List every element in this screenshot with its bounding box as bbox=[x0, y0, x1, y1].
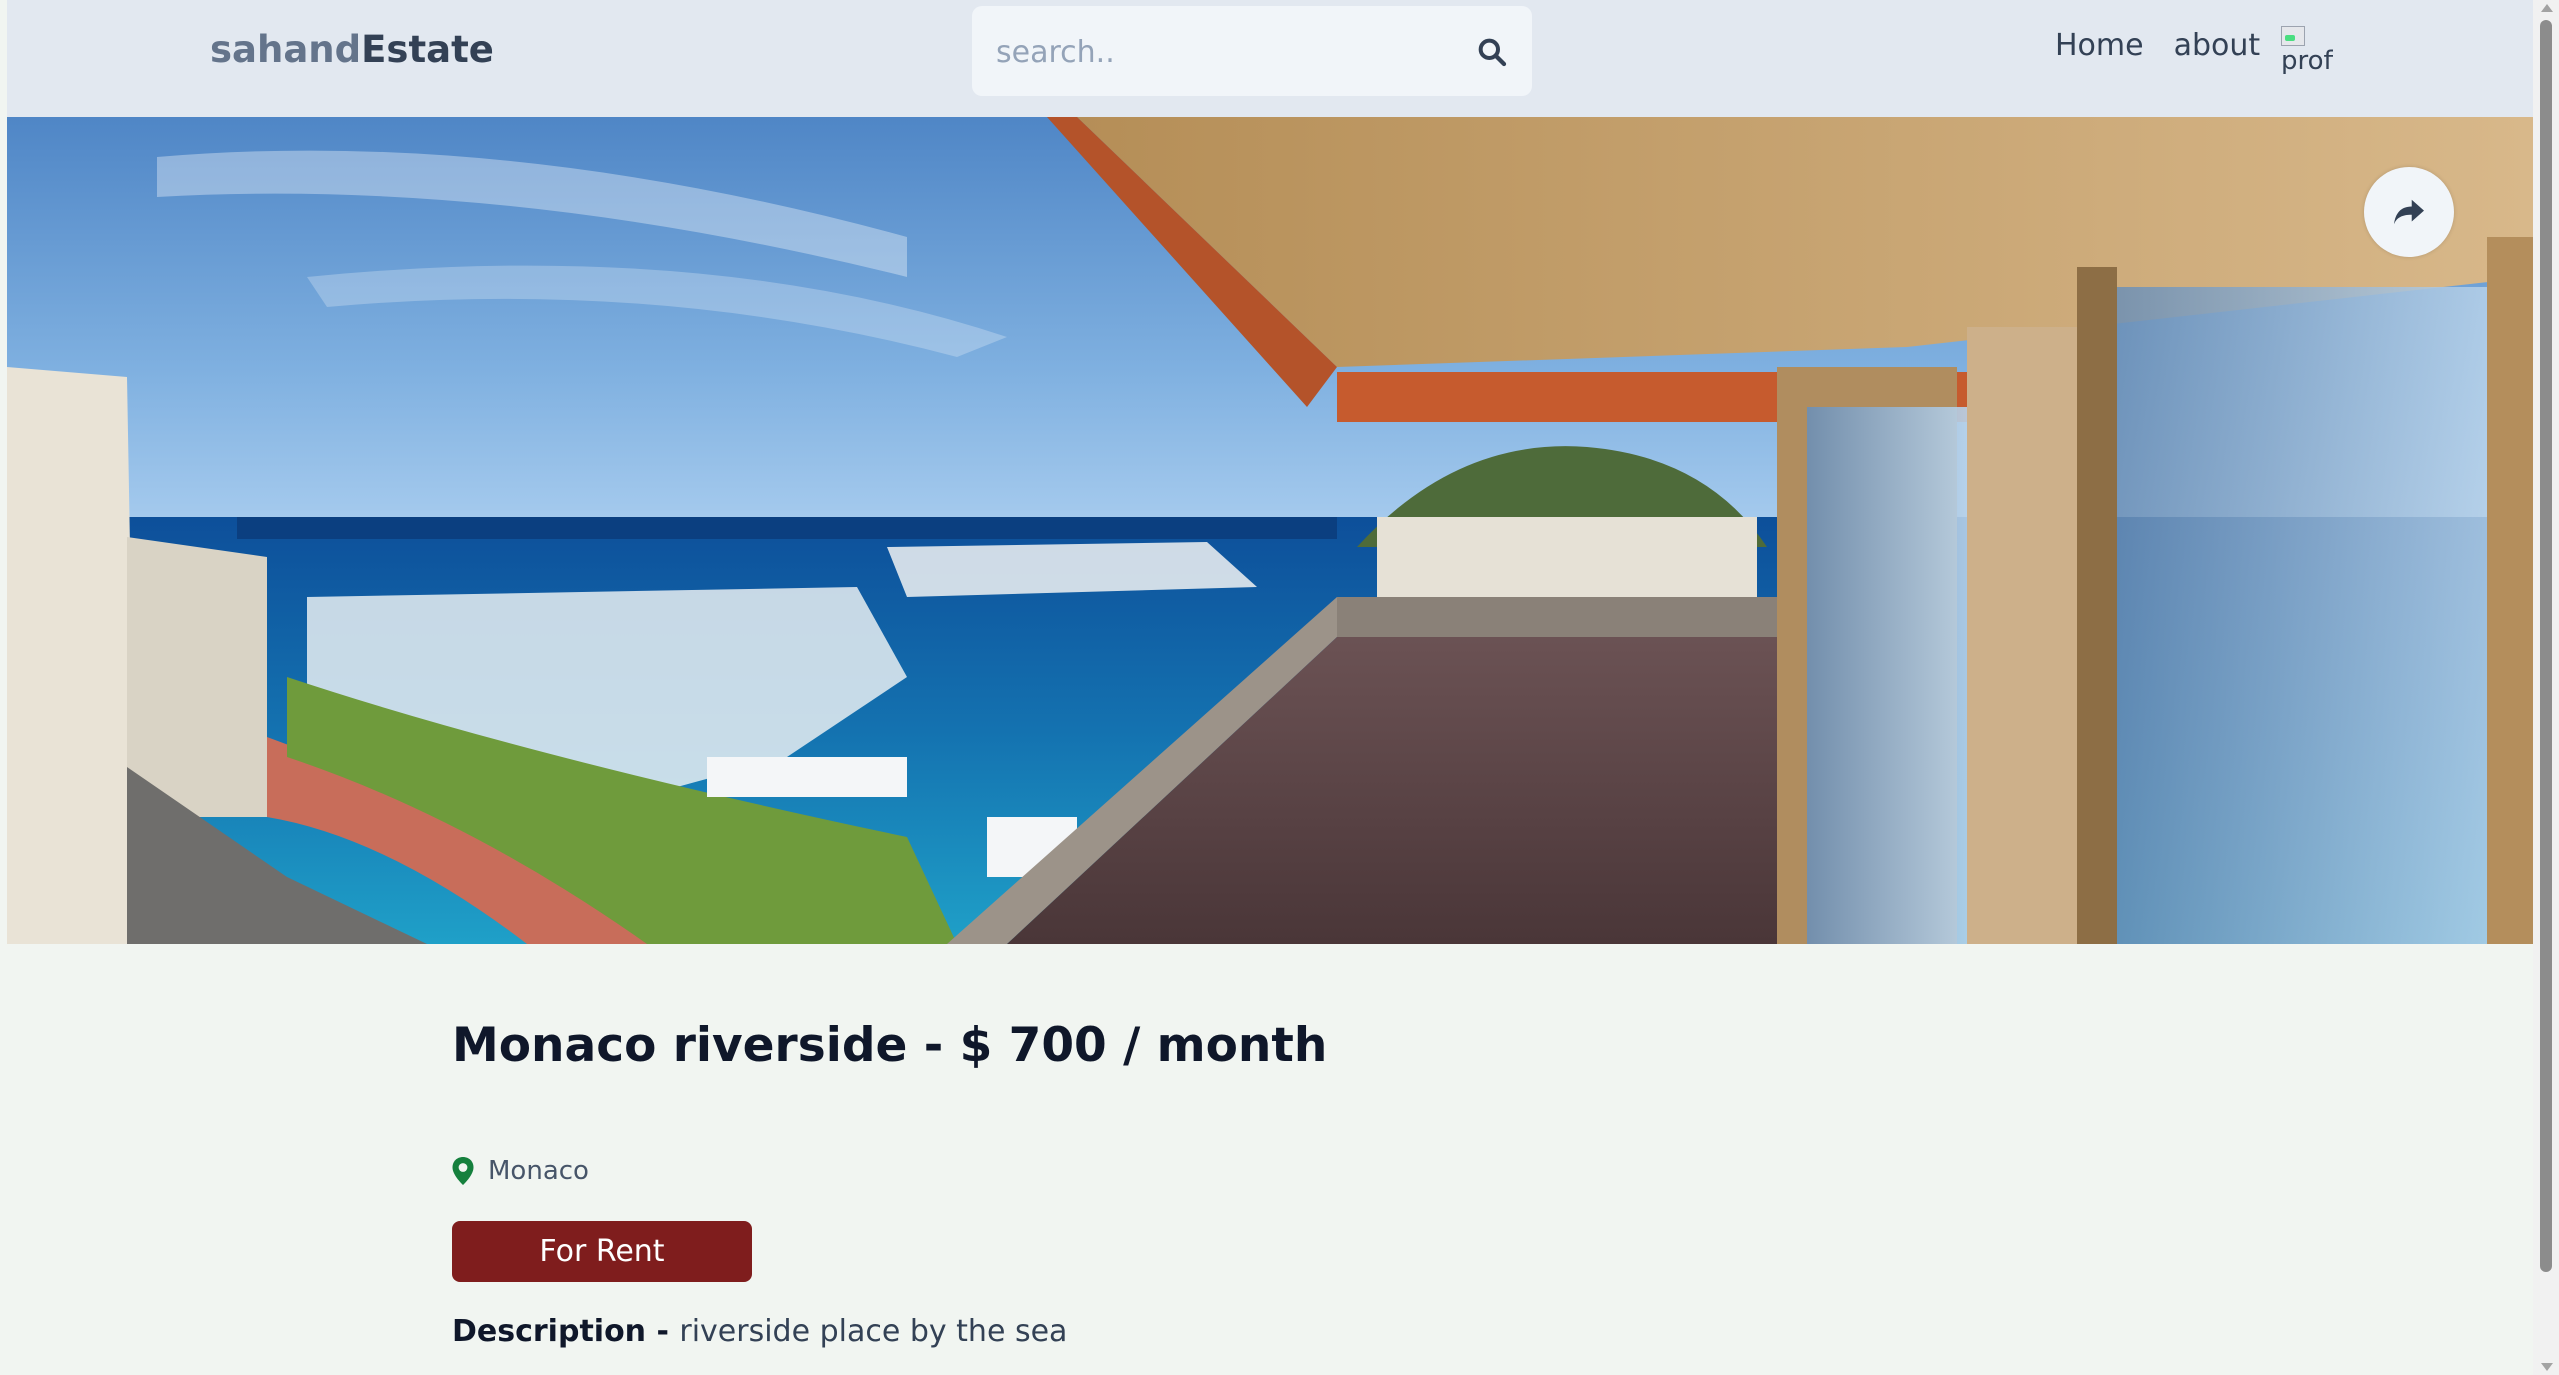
listing-description: Description - riverside place by the sea bbox=[452, 1314, 1067, 1349]
top-navbar: sahandEstate Home about profile bbox=[7, 0, 2533, 117]
search-icon bbox=[1478, 38, 1507, 67]
search-bar bbox=[972, 6, 1532, 96]
vertical-scrollbar[interactable] bbox=[2533, 0, 2559, 1375]
listing-photo bbox=[7, 117, 2533, 944]
main-nav: Home about bbox=[2055, 28, 2260, 63]
search-button[interactable] bbox=[1470, 30, 1514, 74]
location-text: Monaco bbox=[488, 1156, 589, 1186]
listing-title: Monaco riverside - $ 700 / month bbox=[452, 1018, 1328, 1073]
listing-photo-illustration bbox=[7, 117, 2533, 944]
share-button[interactable] bbox=[2364, 167, 2454, 257]
listing-location: Monaco bbox=[452, 1156, 589, 1186]
nav-home-link[interactable]: Home bbox=[2055, 28, 2144, 63]
scrollbar-thumb[interactable] bbox=[2540, 20, 2552, 1272]
site-logo[interactable]: sahandEstate bbox=[210, 28, 494, 71]
description-text: riverside place by the sea bbox=[679, 1314, 1068, 1349]
profile-avatar[interactable]: profile bbox=[2279, 24, 2333, 74]
scroll-up-arrow-icon[interactable] bbox=[2541, 4, 2553, 12]
description-label: Description - bbox=[452, 1314, 680, 1349]
logo-part-sahand: sahand bbox=[210, 28, 362, 71]
map-pin-icon bbox=[452, 1157, 474, 1185]
broken-image-icon bbox=[2281, 26, 2305, 46]
logo-part-estate: Estate bbox=[361, 28, 494, 71]
share-icon bbox=[2394, 199, 2424, 225]
nav-about-link[interactable]: about bbox=[2174, 28, 2261, 63]
avatar-alt-text: profile bbox=[2281, 46, 2333, 74]
scroll-down-arrow-icon[interactable] bbox=[2541, 1363, 2553, 1371]
page: sahandEstate Home about profile bbox=[0, 0, 2533, 1375]
search-input[interactable] bbox=[994, 28, 1438, 76]
for-rent-badge[interactable]: For Rent bbox=[452, 1221, 752, 1282]
